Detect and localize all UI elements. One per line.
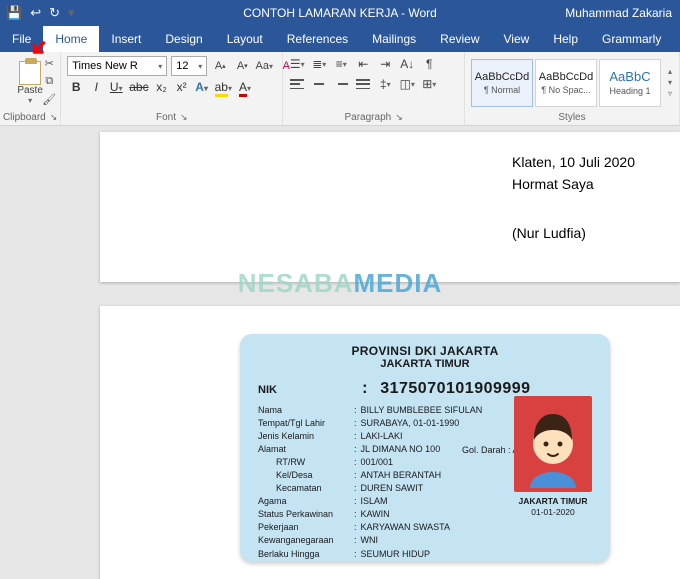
bullets-button[interactable]: ☰▾ <box>289 56 305 72</box>
quick-access-toolbar: 💾 ↩ ↻ ▾ <box>0 5 75 21</box>
letter-closing: Klaten, 10 Juli 2020 Hormat Saya (Nur Lu… <box>512 152 635 245</box>
paste-label: Paste <box>17 85 43 96</box>
signature: (Nur Ludfia) <box>512 223 635 245</box>
ribbon-tabs: File Home Insert Design Layout Reference… <box>0 26 680 52</box>
redo-icon[interactable]: ↻ <box>49 5 60 21</box>
copy-icon[interactable]: ⧉ <box>42 74 56 88</box>
title-bar: 💾 ↩ ↻ ▾ CONTOH LAMARAN KERJA - Word Muha… <box>0 0 680 26</box>
paste-button[interactable]: Paste ▾ <box>17 61 43 105</box>
clipboard-group-label: Clipboard <box>3 112 46 123</box>
multilevel-button[interactable]: ≡▾ <box>333 56 349 72</box>
place-date: Klaten, 10 Juli 2020 <box>512 152 635 174</box>
chevron-down-icon: ▾ <box>158 62 162 71</box>
align-left-button[interactable] <box>289 76 305 92</box>
salutation: Hormat Saya <box>512 174 635 196</box>
page-1[interactable]: Klaten, 10 Juli 2020 Hormat Saya (Nur Lu… <box>100 132 680 282</box>
qat-dropdown-icon[interactable]: ▾ <box>68 5 75 21</box>
format-painter-icon[interactable]: 🖌 <box>42 92 56 106</box>
bold-button[interactable]: B <box>69 80 83 94</box>
ktp-card: PROVINSI DKI JAKARTA JAKARTA TIMUR NIK :… <box>240 334 610 562</box>
group-font: Times New R▾ 12▾ A▴ A▾ Aa▾ A B I U▾ abc … <box>61 52 283 125</box>
subscript-button[interactable]: x₂ <box>155 80 169 94</box>
styles-group-label: Styles <box>558 112 585 123</box>
cut-icon[interactable]: ✂ <box>42 56 56 70</box>
line-spacing-button[interactable]: ‡▾ <box>377 76 393 92</box>
font-group-label: Font <box>156 112 176 123</box>
text-effects-button[interactable]: A▾ <box>195 80 209 94</box>
group-styles: AaBbCcDd ¶ Normal AaBbCcDd ¶ No Spac... … <box>465 52 680 125</box>
document-title: CONTOH LAMARAN KERJA - Word <box>243 6 437 20</box>
tab-mailings[interactable]: Mailings <box>360 26 428 52</box>
borders-button[interactable]: ⊞▾ <box>421 76 437 92</box>
clipboard-icon <box>19 61 41 85</box>
tab-help[interactable]: Help <box>541 26 590 52</box>
change-case-button[interactable]: Aa▾ <box>255 56 273 76</box>
styles-expand-icon[interactable]: ▴▾▿ <box>663 67 677 98</box>
undo-icon[interactable]: ↩ <box>30 5 41 21</box>
tab-view[interactable]: View <box>492 26 542 52</box>
justify-button[interactable] <box>355 76 371 92</box>
superscript-button[interactable]: x² <box>175 80 189 94</box>
increase-indent-button[interactable]: ⇥ <box>377 56 393 72</box>
italic-button[interactable]: I <box>89 80 103 94</box>
tab-layout[interactable]: Layout <box>215 26 275 52</box>
style-heading1[interactable]: AaBbC Heading 1 <box>599 59 661 107</box>
tab-design[interactable]: Design <box>153 26 214 52</box>
sort-button[interactable]: A↓ <box>399 56 415 72</box>
tab-home[interactable]: Home <box>43 26 99 52</box>
ktp-fields: Nama: BILLY BUMBLEBEE SIFULANTempat/Tgl … <box>258 404 482 561</box>
tab-insert[interactable]: Insert <box>99 26 153 52</box>
ribbon: Paste ▾ ✂ ⧉ 🖌 Clipboard ↘ Times New R▾ 12… <box>0 52 680 126</box>
save-icon[interactable]: 💾 <box>6 5 22 21</box>
numbering-button[interactable]: ≣▾ <box>311 56 327 72</box>
group-clipboard: Paste ▾ ✂ ⧉ 🖌 Clipboard ↘ <box>0 52 61 125</box>
align-right-button[interactable] <box>333 76 349 92</box>
ktp-city: JAKARTA TIMUR <box>240 358 610 370</box>
font-launcher-icon[interactable]: ↘ <box>180 112 188 123</box>
user-name[interactable]: Muhammad Zakaria <box>565 6 672 20</box>
font-size-combo[interactable]: 12▾ <box>171 56 207 76</box>
ktp-nik-value: : 3175070101909999 <box>360 380 531 398</box>
grow-font-button[interactable]: A▴ <box>211 56 229 76</box>
chevron-down-icon: ▾ <box>198 62 202 71</box>
group-paragraph: ☰▾ ≣▾ ≡▾ ⇤ ⇥ A↓ ¶ ‡▾ ◫▾ ⊞▾ Paragraph↘ <box>283 52 465 125</box>
tab-file[interactable]: File <box>0 26 43 52</box>
paste-dropdown-icon[interactable]: ▾ <box>28 96 32 105</box>
style-no-spacing[interactable]: AaBbCcDd ¶ No Spac... <box>535 59 597 107</box>
show-marks-button[interactable]: ¶ <box>421 56 437 72</box>
tab-review[interactable]: Review <box>428 26 491 52</box>
align-center-button[interactable] <box>311 76 327 92</box>
document-area[interactable]: Klaten, 10 Juli 2020 Hormat Saya (Nur Lu… <box>0 126 680 579</box>
ktp-photo <box>514 396 592 492</box>
font-color-button[interactable]: A▾ <box>238 80 252 94</box>
avatar-icon <box>518 400 588 488</box>
tab-nitro[interactable]: Nitro Pro <box>673 26 680 52</box>
strikethrough-button[interactable]: abc <box>129 80 148 94</box>
shrink-font-button[interactable]: A▾ <box>233 56 251 76</box>
tab-references[interactable]: References <box>275 26 360 52</box>
clipboard-launcher-icon[interactable]: ↘ <box>50 112 58 123</box>
underline-button[interactable]: U▾ <box>109 80 123 94</box>
ktp-photo-caption-date: 01-01-2020 <box>514 507 592 517</box>
paragraph-group-label: Paragraph <box>345 112 392 123</box>
page-2[interactable]: PROVINSI DKI JAKARTA JAKARTA TIMUR NIK :… <box>100 306 680 579</box>
ktp-nik-label: NIK <box>258 384 277 396</box>
decrease-indent-button[interactable]: ⇤ <box>355 56 371 72</box>
font-name-combo[interactable]: Times New R▾ <box>67 56 167 76</box>
paragraph-launcher-icon[interactable]: ↘ <box>395 112 403 123</box>
ktp-photo-caption-city: JAKARTA TIMUR <box>514 496 592 506</box>
highlight-button[interactable]: ab▾ <box>215 80 232 94</box>
shading-button[interactable]: ◫▾ <box>399 76 415 92</box>
style-normal[interactable]: AaBbCcDd ¶ Normal <box>471 59 533 107</box>
tab-grammarly[interactable]: Grammarly <box>590 26 673 52</box>
ktp-province: PROVINSI DKI JAKARTA <box>240 334 610 358</box>
